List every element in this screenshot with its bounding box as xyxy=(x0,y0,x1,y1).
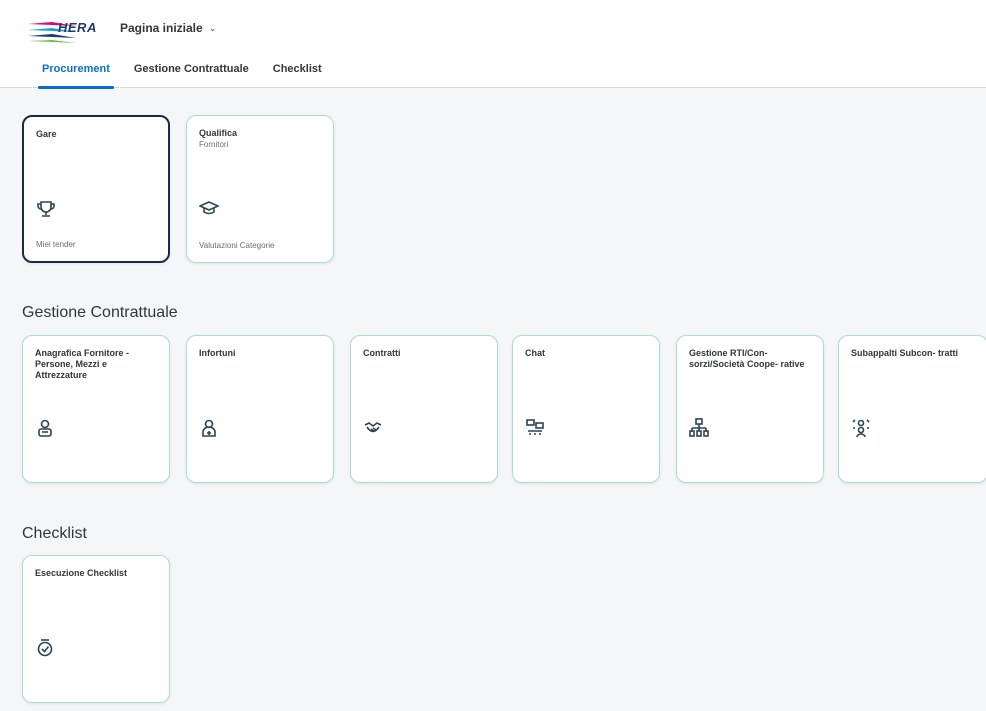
tile-title: Anagrafica Fornitore - Persone, Mezzi e … xyxy=(35,348,130,380)
trophy-icon xyxy=(37,201,55,217)
tile-title: Qualifica xyxy=(199,128,238,138)
tile-title: Chat xyxy=(525,348,545,358)
tile-title: Gestione RTI/Con- sorzi/Società Coope- r… xyxy=(689,348,805,369)
org-hierarchy-icon xyxy=(689,418,709,437)
tile-subappalti[interactable]: Subappalti Subcon- tratti xyxy=(838,335,986,483)
tab-gestione-contrattuale[interactable]: Gestione Contrattuale xyxy=(122,54,261,88)
tile-subtitle: Fornitori xyxy=(199,140,229,149)
group-icon xyxy=(852,419,870,438)
home-menu-button[interactable]: Pagina iniziale ⌄ xyxy=(120,21,216,35)
section-title-checklist: Checklist xyxy=(22,525,87,542)
badge-check-icon xyxy=(37,639,53,657)
tile-contratti[interactable]: Contratti xyxy=(350,335,498,483)
tile-footer: Valutazioni Categorie xyxy=(199,241,275,250)
tile-title: Contratti xyxy=(363,348,401,358)
tab-bar: Procurement Gestione Contrattuale Checkl… xyxy=(30,54,334,89)
graduation-cap-icon xyxy=(199,201,219,215)
tile-title: Infortuni xyxy=(199,348,236,358)
handshake-icon xyxy=(364,422,382,433)
tile-esecuzione-checklist[interactable]: Esecuzione Checklist xyxy=(22,555,170,703)
injured-person-icon xyxy=(202,419,216,437)
logo-text: HERA xyxy=(58,20,97,35)
shell-header: HERA Pagina iniziale ⌄ Procurement Gesti… xyxy=(0,0,986,89)
tile-chat[interactable]: Chat xyxy=(512,335,660,483)
home-menu-label: Pagina iniziale xyxy=(120,21,203,35)
person-badge-icon xyxy=(38,419,52,437)
section-title-gestione: Gestione Contrattuale xyxy=(22,304,178,321)
tile-infortuni[interactable]: Infortuni xyxy=(186,335,334,483)
tile-anagrafica-fornitore[interactable]: Anagrafica Fornitore - Persone, Mezzi e … xyxy=(22,335,170,483)
tile-title: Subappalti Subcon- tratti xyxy=(851,348,958,358)
tile-qualifica[interactable]: Qualifica Fornitori Valutazioni Categori… xyxy=(186,115,334,263)
tile-gare[interactable]: Gare Miei tender xyxy=(22,115,170,263)
tab-procurement[interactable]: Procurement xyxy=(30,54,122,89)
chevron-down-icon: ⌄ xyxy=(208,22,217,33)
tile-title: Gare xyxy=(36,129,57,139)
tab-checklist[interactable]: Checklist xyxy=(261,54,334,88)
tile-title: Esecuzione Checklist xyxy=(35,568,128,578)
tile-footer: Miei tender xyxy=(36,240,76,249)
tile-gestione-rti[interactable]: Gestione RTI/Con- sorzi/Società Coope- r… xyxy=(676,335,824,483)
chat-icon xyxy=(526,419,544,435)
